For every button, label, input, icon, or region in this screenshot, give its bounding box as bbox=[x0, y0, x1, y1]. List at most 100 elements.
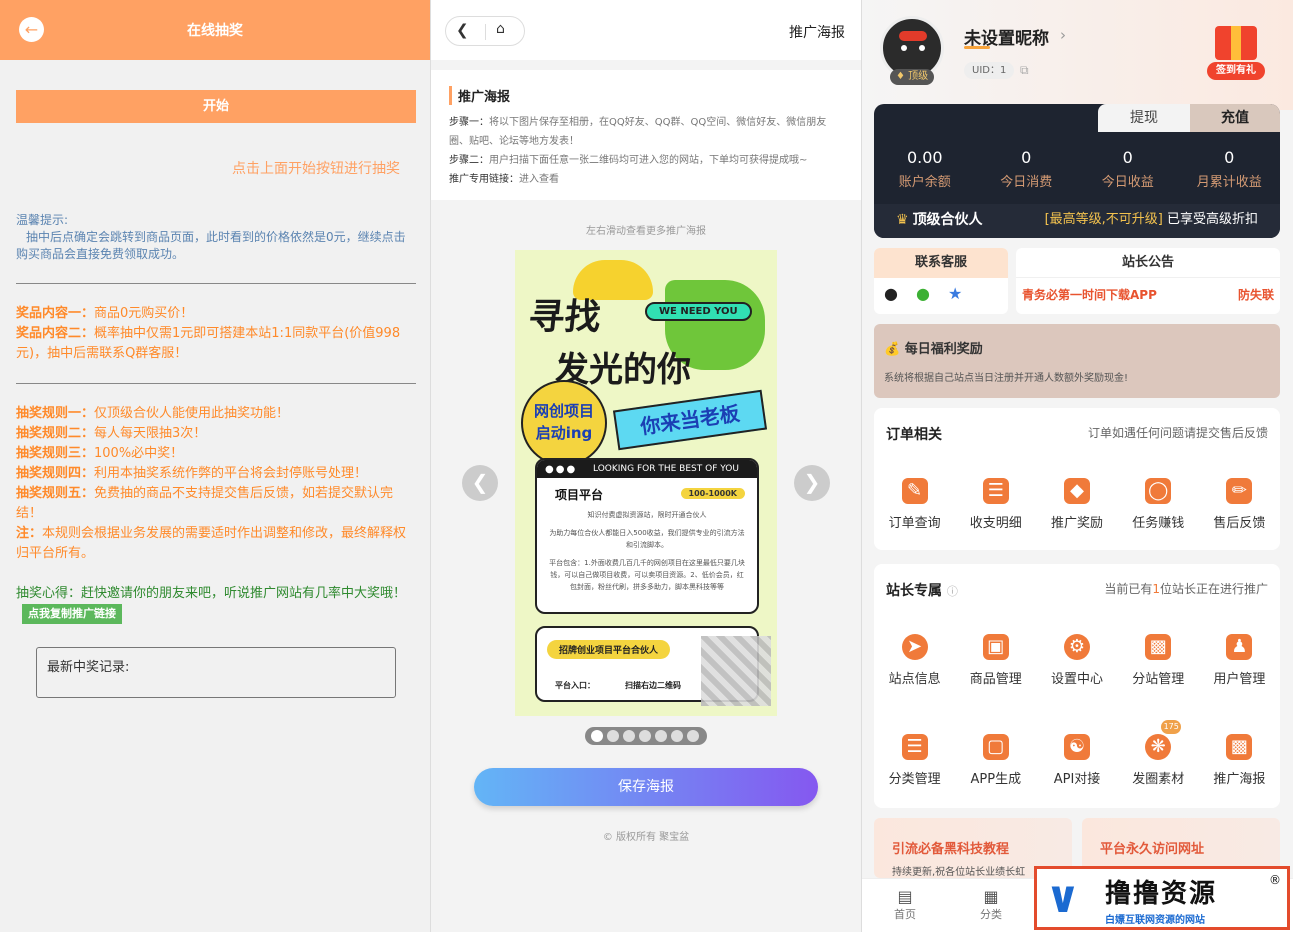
star-icon[interactable]: ★ bbox=[948, 284, 980, 303]
poster-panel: ❮ ⌂ 推广海报 推广海报 步骤一：将以下图片保存至相册，在QQ好友、QQ群、Q… bbox=[431, 0, 862, 932]
admin-note: 当前已有1位站长正在进行推广 bbox=[1104, 582, 1268, 596]
site-info-item[interactable]: ➤ 站点信息 bbox=[874, 634, 955, 687]
promo-link: 推广专用链接：进入查看 bbox=[449, 174, 559, 185]
carousel-dot[interactable] bbox=[687, 730, 699, 742]
winner-record-box: 最新中奖记录: bbox=[36, 647, 396, 698]
poster-card: LOOKING FOR THE BEST OF YOU ●●● 项目平台 100… bbox=[535, 458, 759, 614]
avatar-eye bbox=[919, 45, 925, 51]
poster-headline: 寻找 bbox=[526, 297, 603, 338]
stat-today-spend[interactable]: 0 今日消费 bbox=[976, 148, 1078, 190]
notice-board[interactable]: 站长公告 青务必第一时间下载APP 防失联 bbox=[1016, 248, 1280, 314]
stat-month-income[interactable]: 0 月累计收益 bbox=[1179, 148, 1281, 190]
copy-link-button[interactable]: 点我复制推广链接 bbox=[22, 604, 122, 624]
orders-grid: ✎ 订单查询 ☰ 收支明细 ◆ 推广奖励 ◯ 任务赚钱 ✏ 售后反馈 bbox=[874, 478, 1280, 531]
poster-item[interactable]: ▩ 推广海报 bbox=[1199, 734, 1280, 787]
user-manage-item[interactable]: ♟ 用户管理 bbox=[1199, 634, 1280, 687]
next-arrow-icon[interactable]: ❯ bbox=[794, 465, 830, 501]
prize-list: 奖品内容一：商品0元购买价！ 奖品内容二：概率抽中仅需1元即可搭建本站1:1同款… bbox=[16, 304, 410, 364]
checkin-gift[interactable]: 签到有礼 bbox=[1207, 18, 1265, 80]
divider bbox=[16, 283, 416, 284]
watermark-subtitle: 白嫖互联网资源的网站 bbox=[1105, 915, 1205, 926]
vip-badge: ♦ 顶级 bbox=[890, 69, 935, 85]
home-icon[interactable]: ⌂ bbox=[496, 21, 505, 37]
copyright: © 版权所有 聚宝盆 bbox=[602, 832, 690, 843]
qr-code bbox=[701, 636, 771, 706]
order-query-item[interactable]: ✎ 订单查询 bbox=[874, 478, 955, 531]
poster-image[interactable]: 寻找 WE NEED YOU 发光的你 网创项目 启动ing 你来当老板 LOO… bbox=[515, 250, 777, 716]
sitemap-icon: ▩ bbox=[1145, 634, 1172, 660]
registered-mark: ® bbox=[1269, 873, 1281, 887]
poster-card-text: 平台包含：1.外面收费几百几千的网创项目在这里最低只要几块钱，可以自己做项目收费… bbox=[549, 559, 745, 591]
task-earn-item[interactable]: ◯ 任务赚钱 bbox=[1118, 478, 1199, 531]
carousel-dot[interactable] bbox=[607, 730, 619, 742]
gift-icon: ◆ bbox=[1064, 478, 1090, 504]
app-build-item[interactable]: ▢ APP生成 bbox=[955, 734, 1036, 787]
substation-item[interactable]: ▩ 分站管理 bbox=[1118, 634, 1199, 687]
goods-manage-item[interactable]: ▣ 商品管理 bbox=[955, 634, 1036, 687]
material-count-badge: 175 bbox=[1161, 720, 1182, 734]
poster-header: ❮ ⌂ 推广海报 bbox=[431, 0, 861, 60]
step-two: 步骤二：用户扫描下面任意一张二维码均可进入您的网站，下单均可获得提成哦~ bbox=[449, 155, 808, 166]
banner-title: 平台永久访问网址 bbox=[1100, 842, 1205, 857]
recharge-tab[interactable]: 充值 bbox=[1190, 104, 1280, 132]
stat-today-income[interactable]: 0 今日收益 bbox=[1077, 148, 1179, 190]
qq-icon[interactable]: ● bbox=[884, 284, 916, 303]
back-icon[interactable]: ❮ bbox=[456, 21, 469, 39]
tip-text: 抽中后点确定会跳转到商品页面，此时看到的价格依然是0元，继续点击购买商品会直接免… bbox=[16, 230, 406, 261]
dots-icon: ●●● bbox=[545, 464, 578, 475]
carousel-dot[interactable] bbox=[655, 730, 667, 742]
material-item[interactable]: ❋ 175 发圈素材 bbox=[1118, 720, 1199, 787]
save-poster-button[interactable]: 保存海报 bbox=[474, 768, 818, 806]
divider bbox=[16, 383, 416, 384]
handshake-icon: ☯ bbox=[1064, 734, 1090, 760]
order-search-icon: ✎ bbox=[901, 478, 928, 504]
logo-mark-icon: ∨ bbox=[1045, 872, 1081, 923]
gift-ribbon bbox=[1231, 26, 1241, 60]
stat-balance[interactable]: 0.00 账户余额 bbox=[874, 148, 976, 190]
gear-icon: ⚙ bbox=[1064, 634, 1090, 660]
level-note: [最高等级,不可升级] 已享受高级折扣 bbox=[1044, 212, 1258, 227]
chevron-right-icon[interactable]: › bbox=[1060, 26, 1066, 44]
start-button[interactable]: 开始 bbox=[16, 90, 416, 123]
uid-badge: UID：1 bbox=[964, 62, 1015, 79]
rule-note: 注：本规则会根据业务发展的需要适时作出调整和修改，最终解释权归平台所有。 bbox=[16, 526, 407, 561]
after-sale-item[interactable]: ✏ 售后反馈 bbox=[1199, 478, 1280, 531]
admin-card: 站长专属 ⓘ 当前已有1位站长正在进行推广 ➤ 站点信息 ▣ 商品管理 ⚙ 设置中心 … bbox=[874, 564, 1280, 808]
prev-arrow-icon[interactable]: ❮ bbox=[462, 465, 498, 501]
daily-welfare-card[interactable]: 💰 每日福利奖励 系统将根据自己站点当日注册并开通人数额外奖励现金! bbox=[874, 324, 1280, 398]
welfare-title: 每日福利奖励 bbox=[904, 342, 983, 357]
api-item[interactable]: ☯ API对接 bbox=[1036, 734, 1117, 787]
account-card: 提现 充值 0.00 账户余额 0 今日消费 0 今日收益 0 月累计收益 ♛ 顶级合伙人… bbox=[874, 104, 1280, 238]
help-icon[interactable]: ⓘ bbox=[947, 585, 958, 598]
wechat-icon[interactable]: ● bbox=[916, 284, 948, 303]
view-link[interactable]: 进入查看 bbox=[519, 174, 559, 185]
carousel-dot[interactable] bbox=[671, 730, 683, 742]
ledger-item[interactable]: ☰ 收支明细 bbox=[955, 478, 1036, 531]
crown-icon: ♛ bbox=[896, 212, 909, 228]
tab-category[interactable]: ▦ 分类 bbox=[961, 887, 1021, 922]
carousel-dot[interactable] bbox=[591, 730, 603, 742]
notice-text: 青务必第一时间下载APP 防失联 bbox=[1022, 288, 1274, 302]
poster-card-text: 知识付费虚拟资源站，限时开通合伙人 bbox=[587, 511, 707, 519]
carousel-dot[interactable] bbox=[623, 730, 635, 742]
service-title: 联系客服 bbox=[874, 248, 1008, 278]
send-icon: ➤ bbox=[901, 634, 928, 660]
rule-item: 抽奖规则四：利用本抽奖系统作弊的平台将会封停账号处理！ bbox=[16, 466, 368, 481]
promo-reward-item[interactable]: ◆ 推广奖励 bbox=[1036, 478, 1117, 531]
nav-capsule: ❮ ⌂ bbox=[445, 16, 525, 46]
coins-icon: ◯ bbox=[1145, 478, 1172, 504]
withdraw-tab[interactable]: 提现 bbox=[1098, 104, 1190, 132]
level-bar: ♛ 顶级合伙人 [最高等级,不可升级] 已享受高级折扣 bbox=[874, 204, 1280, 238]
tab-home[interactable]: ▤ 首页 bbox=[875, 887, 935, 922]
category-manage-item[interactable]: ☰ 分类管理 bbox=[874, 734, 955, 787]
lottery-panel: ← 在线抽奖 开始 点击上面开始按钮进行抽奖 温馨提示: 抽中后点确定会跳转到商… bbox=[0, 0, 431, 932]
shopping-bag-icon: ▣ bbox=[982, 634, 1009, 660]
rule-list: 抽奖规则一：仅顶级合伙人能使用此抽奖功能！ 抽奖规则二：每人每天限抽3次！ 抽奖… bbox=[16, 404, 412, 564]
customer-service: 联系客服 ●●★ bbox=[874, 248, 1008, 314]
tip-block: 温馨提示: 抽中后点确定会跳转到商品页面，此时看到的价格依然是0元，继续点击购买… bbox=[16, 212, 410, 263]
settings-item[interactable]: ⚙ 设置中心 bbox=[1036, 634, 1117, 687]
scroll-hint: 左右滑动查看更多推广海报 bbox=[586, 226, 706, 237]
carousel-dot[interactable] bbox=[639, 730, 651, 742]
avatar-eye bbox=[901, 45, 907, 51]
copy-icon[interactable]: ⧉ bbox=[1020, 63, 1029, 78]
